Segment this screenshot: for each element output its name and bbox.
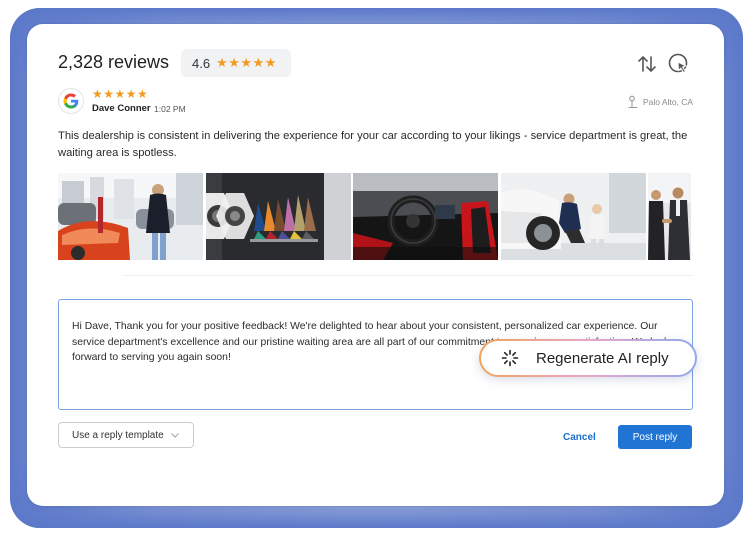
review-time: 1:02 PM: [154, 104, 186, 114]
chevron-down-icon: [170, 433, 179, 438]
review-photo-showroom[interactable]: [58, 173, 203, 260]
rating-badge: 4.6 ★★★★★: [181, 49, 291, 77]
review-photo-color-swatches[interactable]: [206, 173, 351, 260]
review-photo-car-interior[interactable]: [353, 173, 498, 260]
google-icon: [58, 88, 84, 114]
reviewer-name: Dave Conner: [92, 103, 151, 114]
regenerate-label: Regenerate AI reply: [536, 349, 669, 367]
review-photo-handshake[interactable]: [648, 173, 691, 260]
rating-value: 4.6: [192, 55, 211, 71]
sparkle-loading-icon: [501, 349, 519, 367]
rating-stars: ★★★★★: [216, 55, 277, 70]
review-card: 2,328 reviews 4.6 ★★★★★ ★★★★★ Dave Conne…: [27, 24, 724, 506]
reply-template-dropdown[interactable]: Use a reply template: [58, 422, 194, 448]
reviews-count: 2,328 reviews: [58, 52, 170, 72]
review-photo-customers[interactable]: [501, 173, 646, 260]
reply-template-label: Use a reply template: [72, 429, 164, 441]
map-pin-icon: [628, 95, 638, 109]
review-location: Palo Alto, CA: [627, 95, 693, 109]
location-label: Palo Alto, CA: [643, 97, 694, 107]
divider: [123, 275, 693, 276]
sort-arrows-icon[interactable]: [636, 53, 658, 75]
review-stars: ★★★★★: [92, 87, 149, 101]
regenerate-ai-reply-button[interactable]: Regenerate AI reply: [479, 339, 697, 377]
cursor-click-icon[interactable]: [667, 52, 691, 76]
post-reply-button[interactable]: Post reply: [618, 425, 692, 449]
review-text: This dealership is consistent in deliver…: [58, 130, 688, 159]
cancel-button[interactable]: Cancel: [563, 432, 596, 443]
